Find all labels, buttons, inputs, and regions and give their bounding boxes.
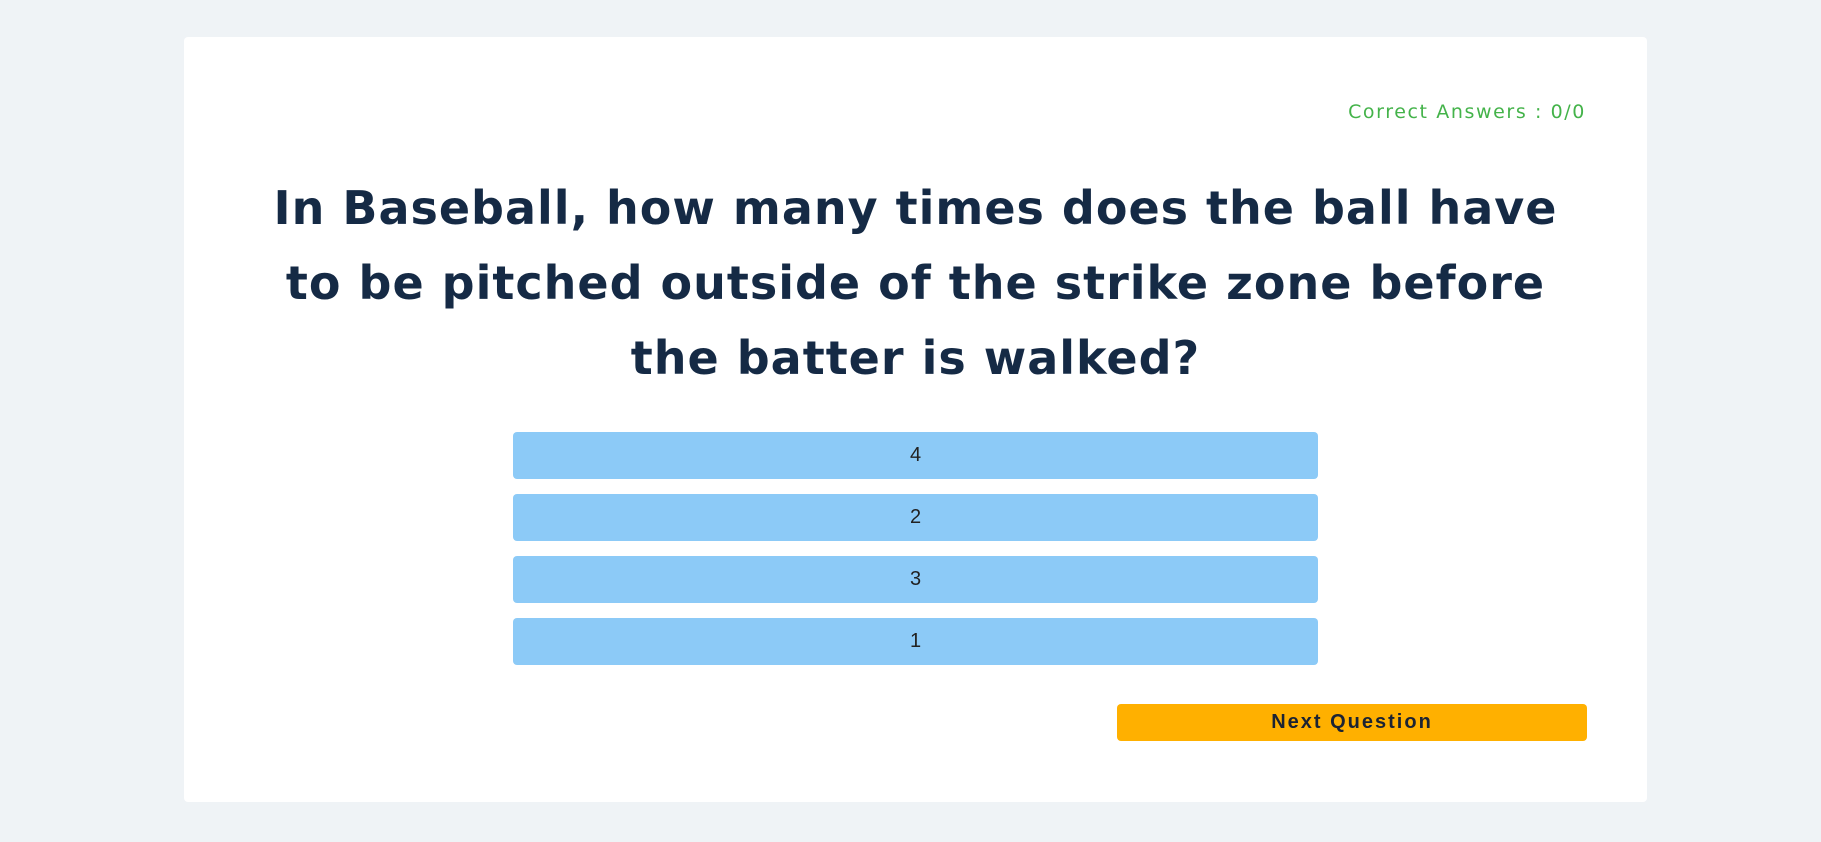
answer-option-3[interactable]: 3 — [513, 556, 1318, 603]
answer-options: 4 2 3 1 — [513, 432, 1318, 680]
answer-option-4[interactable]: 1 — [513, 618, 1318, 665]
quiz-card: Correct Answers : 0/0 In Baseball, how m… — [184, 37, 1647, 802]
next-question-button[interactable]: Next Question — [1117, 704, 1587, 741]
question-text: In Baseball, how many times does the bal… — [273, 181, 1558, 385]
answer-option-1[interactable]: 4 — [513, 432, 1318, 479]
answer-option-2[interactable]: 2 — [513, 494, 1318, 541]
correct-answers-counter: Correct Answers : 0/0 — [1348, 101, 1586, 123]
